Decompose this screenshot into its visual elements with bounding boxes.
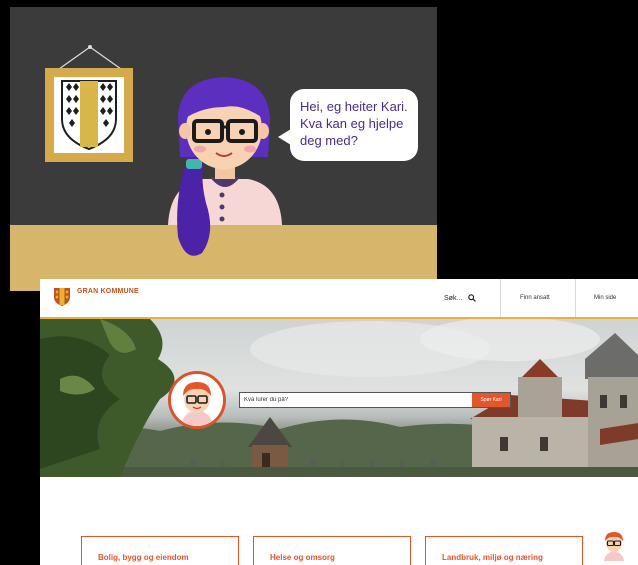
nav-finn-ansatt[interactable]: Finn ansatt [520,295,550,301]
header-divider [575,279,576,317]
speech-line-2: Kva kan eg hjelpe [300,116,404,131]
category-label: Landbruk, miljø og næring [442,553,543,562]
kari-avatar[interactable] [168,371,226,429]
ask-kari-search: Spør Kari [239,392,511,408]
header-search-link[interactable]: Søk... [444,294,477,302]
ask-kari-input[interactable] [240,394,472,406]
category-landbruk[interactable]: Landbruk, miljø og næring [425,536,583,565]
speech-bubble: Hei, eg heiter Kari. Kva kan eg hjelpe d… [278,89,418,161]
category-label: Helse og omsorg [270,553,335,562]
kari-character-icon [168,77,282,256]
logo-text[interactable]: GRAN KOMMUNE [77,288,139,295]
header-divider [500,279,501,317]
search-icon [468,294,477,302]
speech-line-3: deg med? [300,133,358,148]
gran-shield-icon[interactable] [53,287,71,307]
coat-of-arms-icon [45,45,133,162]
kari-face-icon [171,374,223,426]
ask-kari-button[interactable]: Spør Kari [472,393,510,407]
kari-illustration: Hei, eg heiter Kari. Kva kan eg hjelpe d… [10,7,437,291]
category-helse[interactable]: Helse og omsorg [253,536,411,565]
gran-kommune-website: GRAN KOMMUNE Søk... Finn ansatt Min side [40,279,638,565]
chat-kari-icon[interactable] [597,527,631,561]
site-header: GRAN KOMMUNE Søk... Finn ansatt Min side [40,279,638,319]
speech-line-1: Hei, eg heiter Kari. [300,99,408,114]
header-search-label: Søk... [444,294,463,302]
category-bolig[interactable]: Bolig, bygg og eiendom [81,536,239,565]
nav-min-side[interactable]: Min side [594,295,616,301]
category-label: Bolig, bygg og eiendom [98,553,189,562]
